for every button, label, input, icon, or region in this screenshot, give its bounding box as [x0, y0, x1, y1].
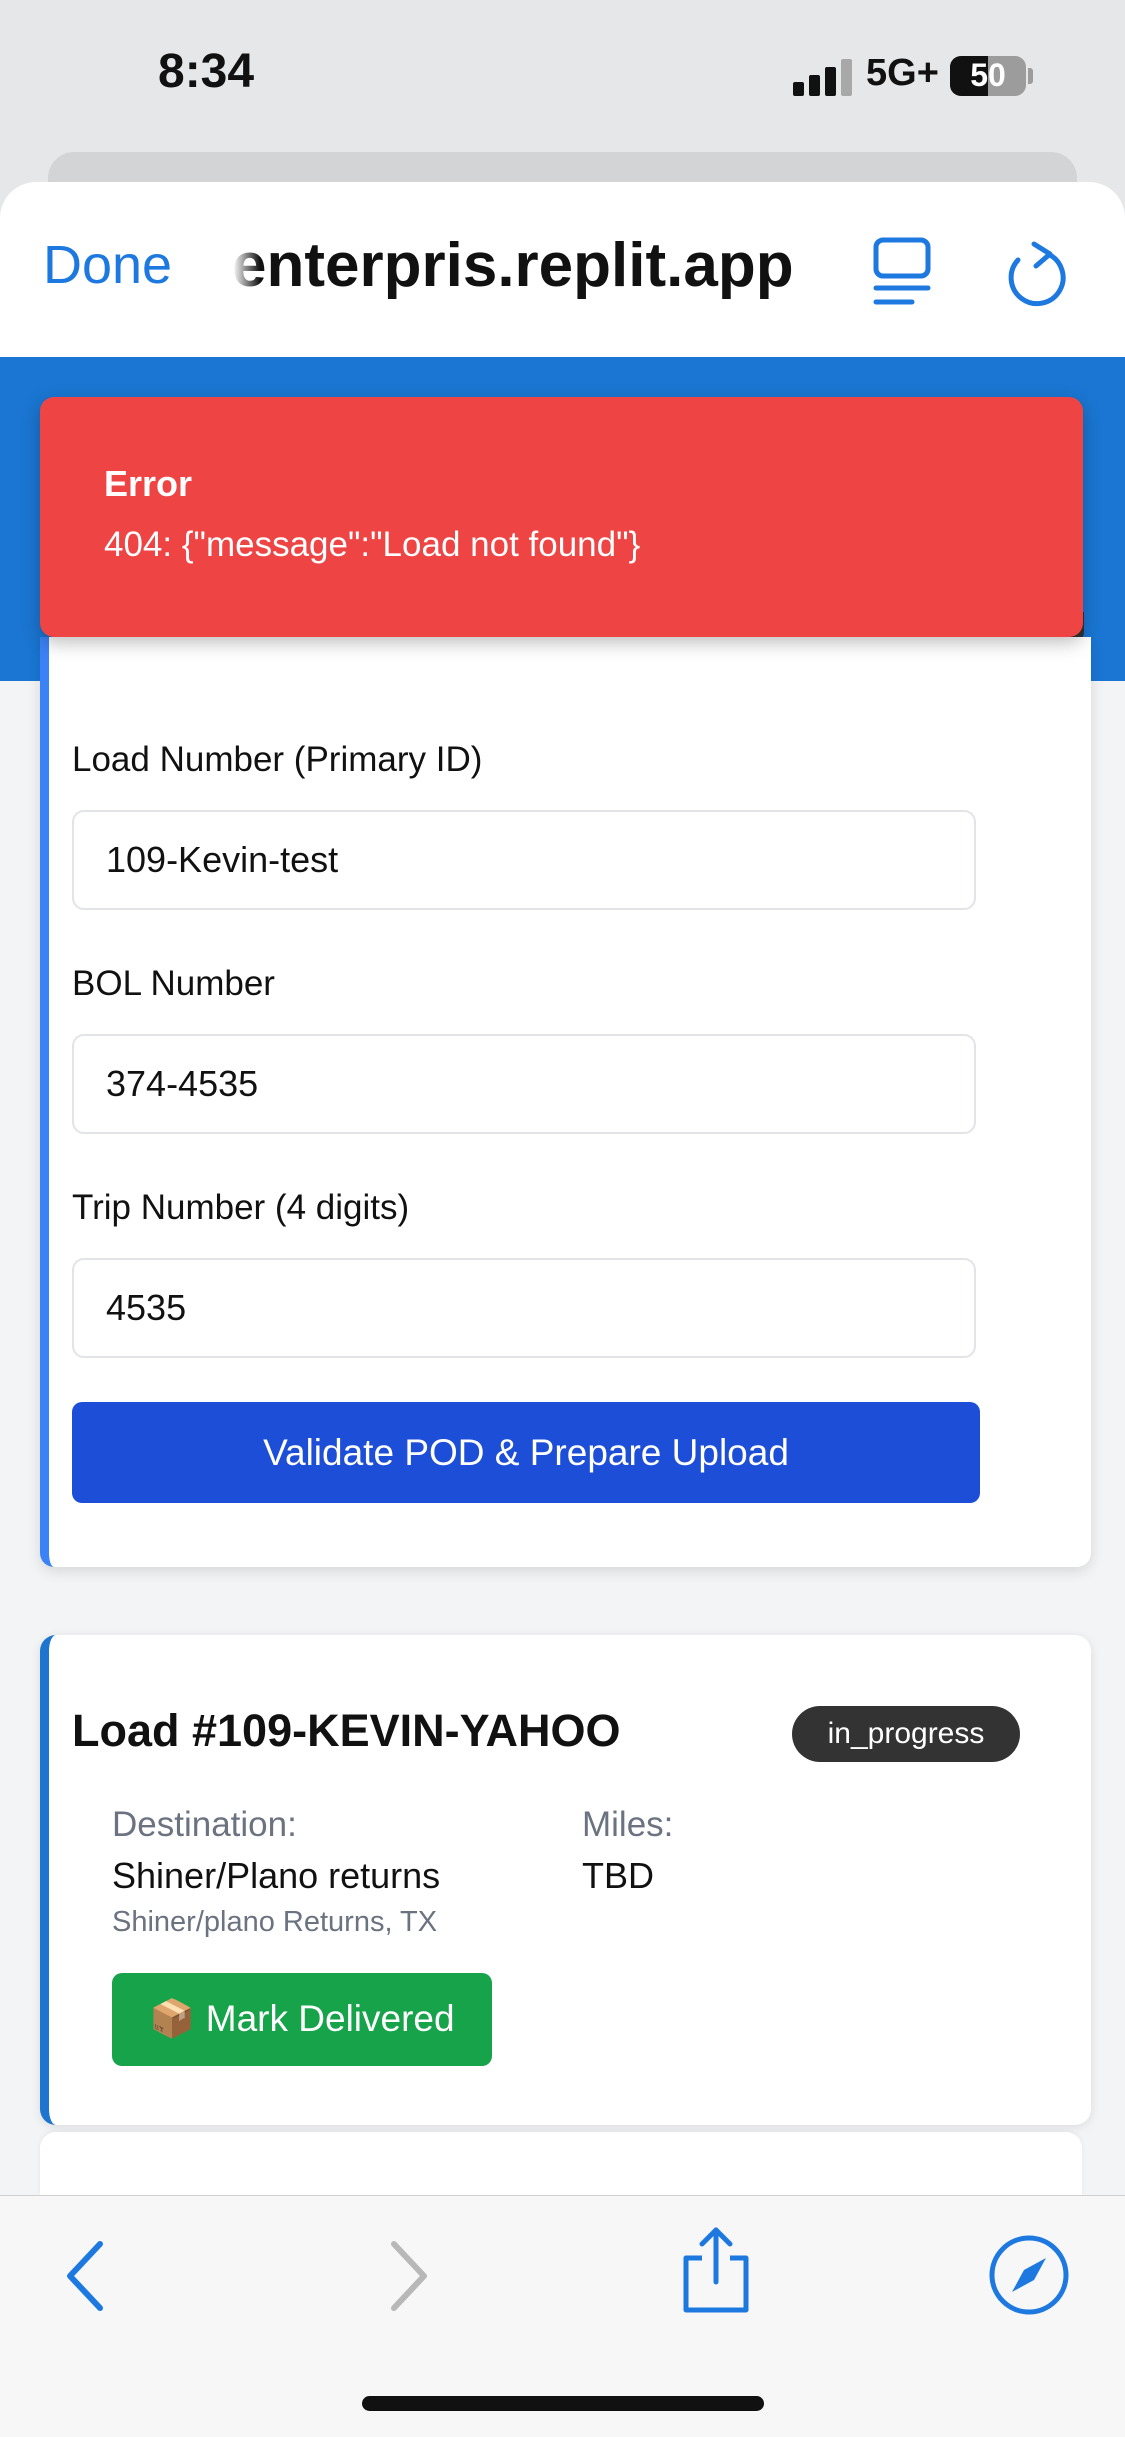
- bol-number-label: BOL Number: [72, 964, 275, 1003]
- validate-pod-button[interactable]: Validate POD & Prepare Upload: [72, 1402, 980, 1503]
- next-load-card: [40, 2132, 1082, 2195]
- load-number-label: Load Number (Primary ID): [72, 740, 483, 779]
- mark-delivered-button[interactable]: 📦 Mark Delivered: [112, 1973, 492, 2066]
- destination-value: Shiner/Plano returns: [112, 1855, 441, 1896]
- url-display[interactable]: enterpris.replit.app: [232, 230, 832, 301]
- error-toast[interactable]: Error 404: {"message":"Load not found"}: [40, 397, 1083, 637]
- trip-number-input[interactable]: [72, 1258, 976, 1358]
- compass-icon[interactable]: [986, 2232, 1072, 2318]
- status-time: 8:34: [158, 45, 255, 98]
- network-type: 5G+: [866, 52, 939, 94]
- browser-header: Done enterpris.replit.app: [0, 182, 1125, 358]
- signal-icon: [793, 58, 853, 96]
- bol-number-input[interactable]: [72, 1034, 976, 1134]
- status-badge: in_progress: [792, 1706, 1020, 1762]
- reload-icon[interactable]: [1004, 238, 1068, 308]
- battery-level: 50: [970, 57, 1006, 93]
- done-button[interactable]: Done: [43, 234, 172, 296]
- miles-label: Miles:: [582, 1805, 674, 1844]
- forward-icon[interactable]: [384, 2238, 434, 2314]
- load-title: Load #109-KEVIN-YAHOO: [72, 1705, 621, 1756]
- url-fade: [226, 230, 260, 310]
- reader-mode-icon[interactable]: [872, 236, 932, 308]
- back-icon[interactable]: [60, 2238, 110, 2314]
- home-indicator: [362, 2396, 764, 2411]
- destination-sub: Shiner/plano Returns, TX: [112, 1906, 438, 1938]
- load-number-input[interactable]: [72, 810, 976, 910]
- battery-nub: [1028, 68, 1033, 84]
- error-message: 404: {"message":"Load not found"}: [104, 525, 641, 564]
- status-bar: 8:34 5G+ 50: [0, 0, 1125, 150]
- error-title: Error: [104, 463, 193, 504]
- destination-label: Destination:: [112, 1805, 297, 1844]
- battery-icon: 50: [950, 56, 1026, 96]
- trip-number-label: Trip Number (4 digits): [72, 1188, 410, 1227]
- share-icon[interactable]: [678, 2224, 754, 2316]
- miles-value: TBD: [582, 1855, 654, 1896]
